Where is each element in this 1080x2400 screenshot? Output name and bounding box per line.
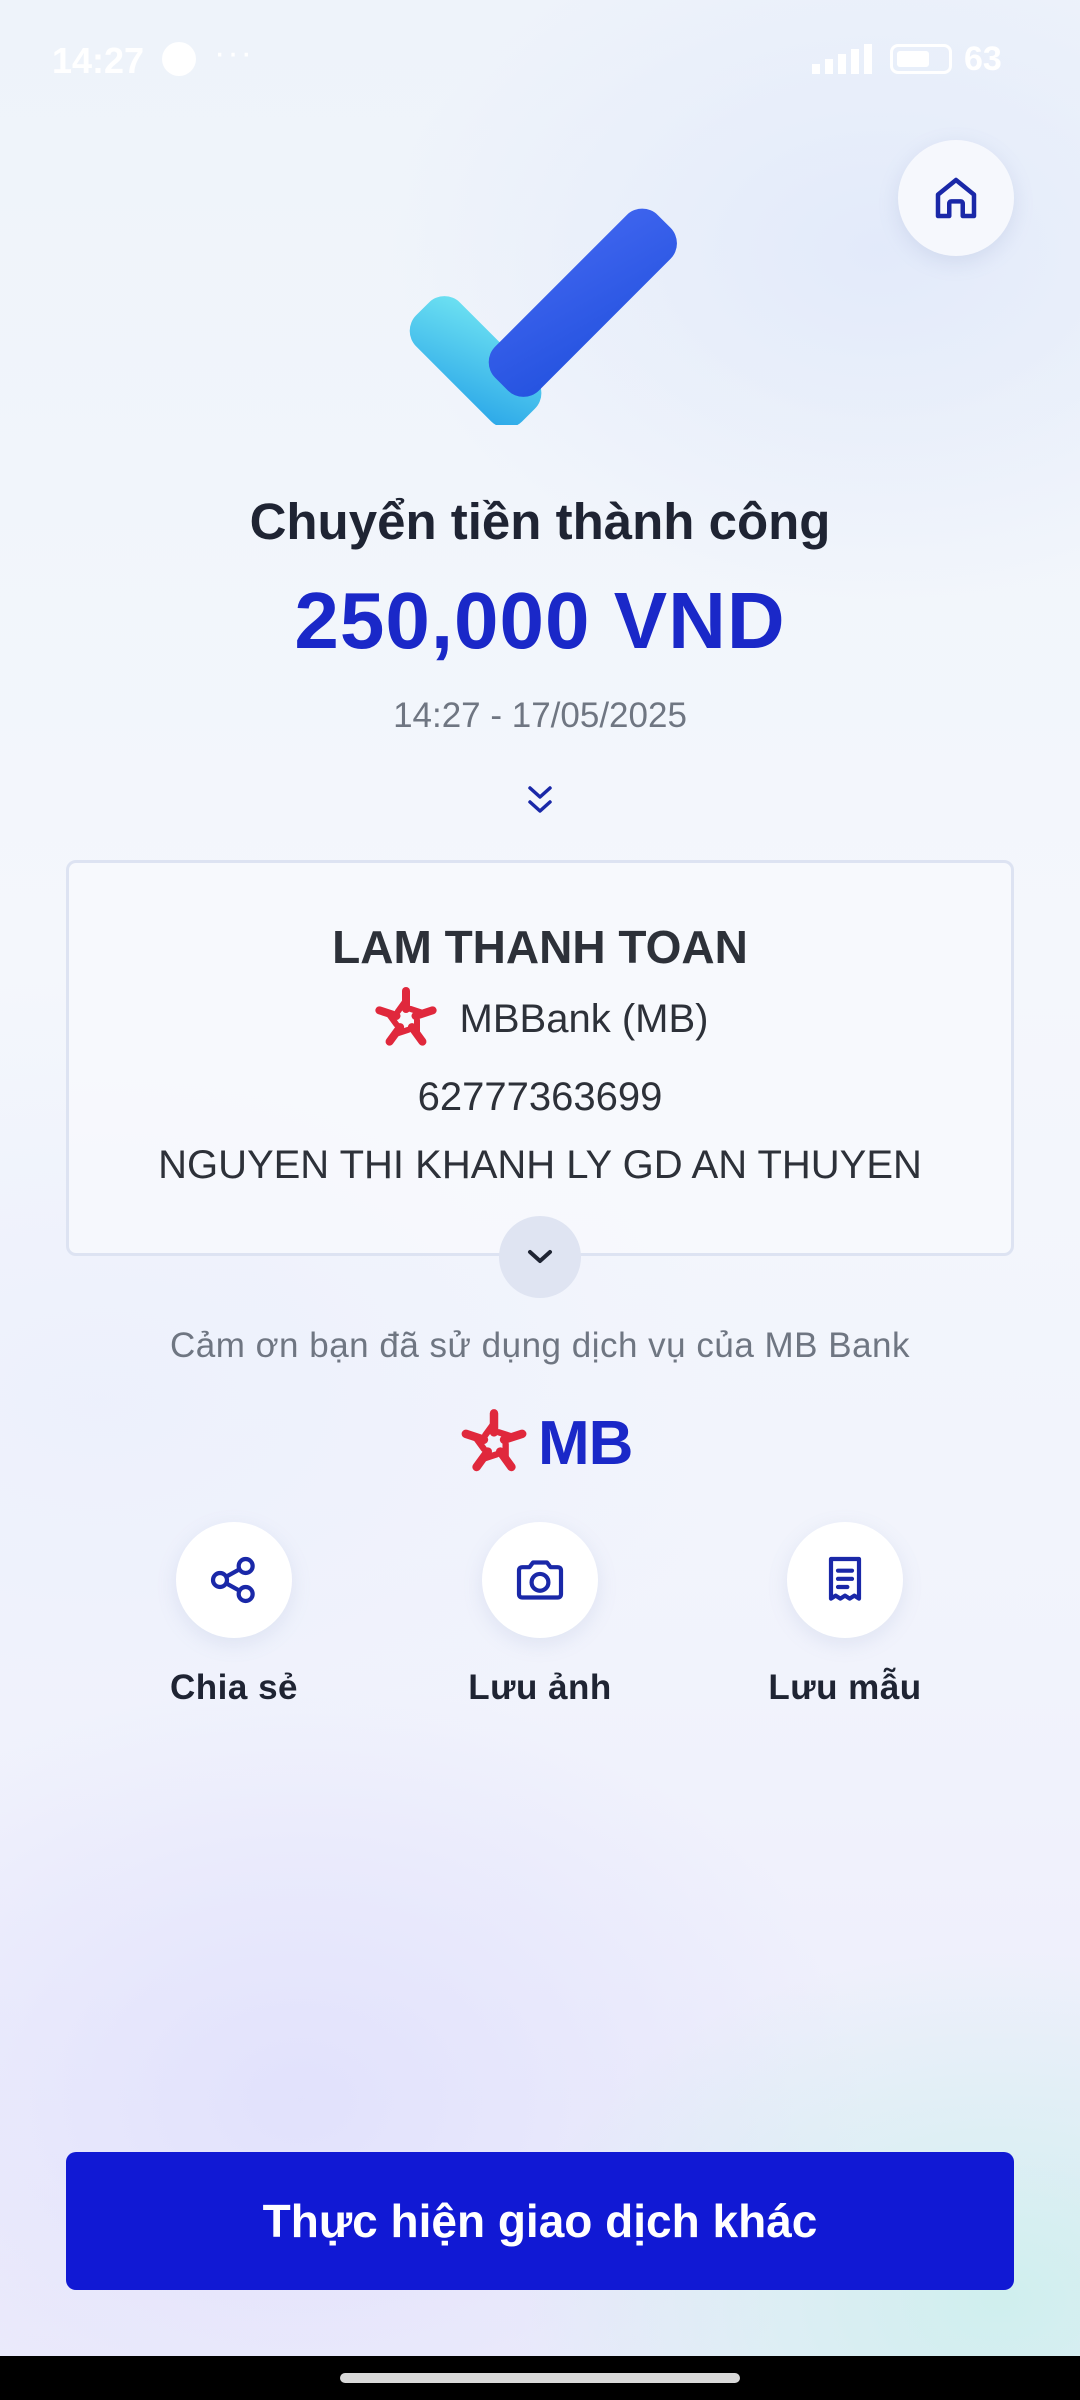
new-transaction-button[interactable]: Thực hiện giao dịch khác — [66, 2152, 1014, 2290]
account-number: 62777363699 — [417, 1075, 663, 1119]
success-title: Chuyển tiền thành công — [249, 493, 831, 550]
mb-logo-text: MB — [538, 1408, 633, 1478]
bank-row: MBBank (MB) — [69, 985, 1011, 1053]
transfer-datetime: 14:27 - 17/05/2025 — [393, 696, 687, 735]
chevron-down-icon — [528, 1250, 552, 1263]
camera-icon — [516, 1560, 564, 1600]
status-time: 14:27 — [52, 40, 145, 81]
bank-name: MBBank (MB) — [459, 996, 709, 1041]
mb-star-icon — [461, 1409, 527, 1472]
home-icon — [935, 177, 977, 219]
save-template-button[interactable] — [787, 1522, 903, 1638]
status-bar: 14:27 ··· 63 — [0, 0, 1080, 120]
recipient-card: LAM THANH TOAN MBBank (MB) 62777363699 N… — [66, 860, 1014, 1256]
save-image-action[interactable]: Lưu ảnh — [430, 1522, 650, 1708]
double-chevron-down-icon — [528, 786, 552, 813]
mb-logo: MB — [458, 1403, 633, 1483]
expand-details-button[interactable] — [499, 1216, 581, 1298]
save-image-button[interactable] — [482, 1522, 598, 1638]
share-button[interactable] — [176, 1522, 292, 1638]
check-mark-icon — [409, 208, 677, 425]
save-image-label: Lưu ảnh — [468, 1668, 612, 1707]
share-action[interactable]: Chia sẻ — [124, 1522, 344, 1708]
receipt-icon — [828, 1556, 862, 1601]
save-template-action[interactable]: Lưu mẫu — [735, 1522, 955, 1708]
battery-level: 63 — [964, 40, 1002, 78]
home-button[interactable] — [898, 140, 1014, 256]
account-owner: NGUYEN THI KHANH LY GD AN THUYEN — [158, 1143, 922, 1187]
transfer-amount: 250,000 VND — [294, 576, 786, 665]
thanks-message: Cảm ơn bạn đã sử dụng dịch vụ của MB Ban… — [169, 1326, 911, 1365]
home-indicator[interactable] — [340, 2373, 740, 2383]
share-icon — [210, 1556, 255, 1604]
messenger-icon — [162, 42, 196, 76]
save-template-label: Lưu mẫu — [768, 1668, 922, 1707]
battery-icon — [890, 44, 952, 74]
navigation-bar — [0, 2356, 1080, 2400]
signal-icon — [812, 44, 872, 74]
recipient-name: LAM THANH TOAN — [332, 921, 748, 973]
more-notifications-icon: ··· — [214, 34, 254, 72]
share-label: Chia sẻ — [170, 1668, 298, 1707]
mb-bank-logo-icon — [374, 987, 437, 1046]
